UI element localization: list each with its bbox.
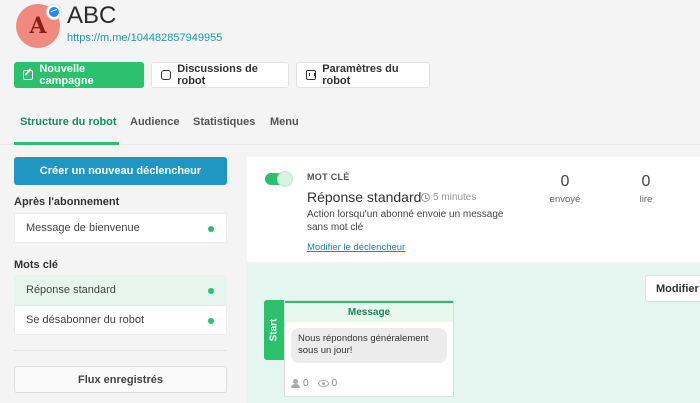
modify-flow-button[interactable]: Modifier l xyxy=(645,275,700,302)
trigger-card: MOT CLÉ Réponse standard 5 minutes Actio… xyxy=(247,157,700,262)
stat-sent: 0 envoyé xyxy=(535,173,595,205)
stat-sent-label: envoyé xyxy=(549,194,581,205)
tab-audience[interactable]: Audience xyxy=(130,116,180,128)
active-tab-indicator xyxy=(14,142,119,145)
clock-icon xyxy=(421,193,430,202)
messenger-icon xyxy=(46,4,62,20)
stat-read-label: lire xyxy=(639,194,653,205)
bot-settings-button[interactable]: Paramètres du robot xyxy=(296,62,430,88)
new-campaign-label: Nouvelle campagne xyxy=(39,63,94,87)
bot-header: A ABC https://m.me/104482857949955 Nouve… xyxy=(0,0,700,106)
after-subscription-heading: Après l'abonnement xyxy=(14,196,120,208)
avatar-letter: A xyxy=(29,13,47,39)
create-trigger-button[interactable]: Créer un nouveau déclencheur xyxy=(14,157,227,185)
new-campaign-button[interactable]: Nouvelle campagne xyxy=(14,62,144,88)
message-node-body[interactable]: Message Nous répondons généralement sous… xyxy=(284,300,454,397)
user-icon xyxy=(291,379,300,388)
message-node[interactable]: Start Message Nous répondons généralemen… xyxy=(264,300,454,397)
page-title: ABC xyxy=(67,2,117,29)
start-marker: Start xyxy=(264,300,284,360)
eye-icon xyxy=(317,380,329,387)
start-label: Start xyxy=(268,318,280,342)
saved-flows-button[interactable]: Flux enregistrés xyxy=(14,366,227,393)
active-status-dot xyxy=(208,288,214,294)
users-count: 0 xyxy=(303,378,309,389)
trigger-toggle[interactable] xyxy=(265,171,293,187)
views-count: 0 xyxy=(331,378,338,389)
edit-icon xyxy=(23,70,34,80)
trigger-description: Action lorsqu'un abonné envoie un messag… xyxy=(307,209,504,233)
stat-sent-value: 0 xyxy=(560,173,570,190)
active-status-dot xyxy=(208,226,214,232)
trigger-title: Réponse standard xyxy=(307,189,422,205)
stat-read: 0 lire xyxy=(616,173,676,205)
chat-icon xyxy=(161,70,172,80)
tab-statistics[interactable]: Statistiques xyxy=(193,116,255,128)
trigger-label: Réponse standard xyxy=(26,284,116,296)
tab-menu[interactable]: Menu xyxy=(270,116,299,128)
tab-bar: Structure du robot Audience Statistiques… xyxy=(0,110,700,145)
bot-settings-label: Paramètres du robot xyxy=(322,63,399,87)
modify-trigger-link[interactable]: Modifier le déclencheur xyxy=(307,242,405,253)
selection-pointer xyxy=(239,286,247,302)
trigger-welcome-message[interactable]: Message de bienvenue xyxy=(14,213,227,243)
stat-read-value: 0 xyxy=(641,173,651,190)
keywords-heading: Mots clé xyxy=(14,259,59,271)
settings-icon xyxy=(306,70,317,80)
active-status-dot xyxy=(208,318,214,324)
trigger-label: Message de bienvenue xyxy=(26,222,140,234)
message-bubble: Nous répondons généralement sous un jour… xyxy=(291,328,447,363)
message-node-header: Message xyxy=(285,301,453,322)
messenger-link[interactable]: https://m.me/104482857949955 xyxy=(67,32,222,44)
trigger-type: MOT CLÉ xyxy=(307,172,350,182)
trigger-default-reply[interactable]: Réponse standard xyxy=(14,275,227,305)
tab-bot-structure[interactable]: Structure du robot xyxy=(20,116,117,128)
message-node-stats: 0 0 xyxy=(291,378,337,389)
bot-discussions-button[interactable]: Discussions de robot xyxy=(151,62,289,88)
trigger-label: Se désabonner du robot xyxy=(26,314,145,326)
bot-discussions-label: Discussions de robot xyxy=(177,63,258,87)
trigger-unsubscribe[interactable]: Se désabonner du robot xyxy=(14,305,227,335)
trigger-delay: 5 minutes xyxy=(421,192,476,203)
trigger-delay-value: 5 minutes xyxy=(433,192,477,203)
sidebar-divider xyxy=(14,350,227,351)
